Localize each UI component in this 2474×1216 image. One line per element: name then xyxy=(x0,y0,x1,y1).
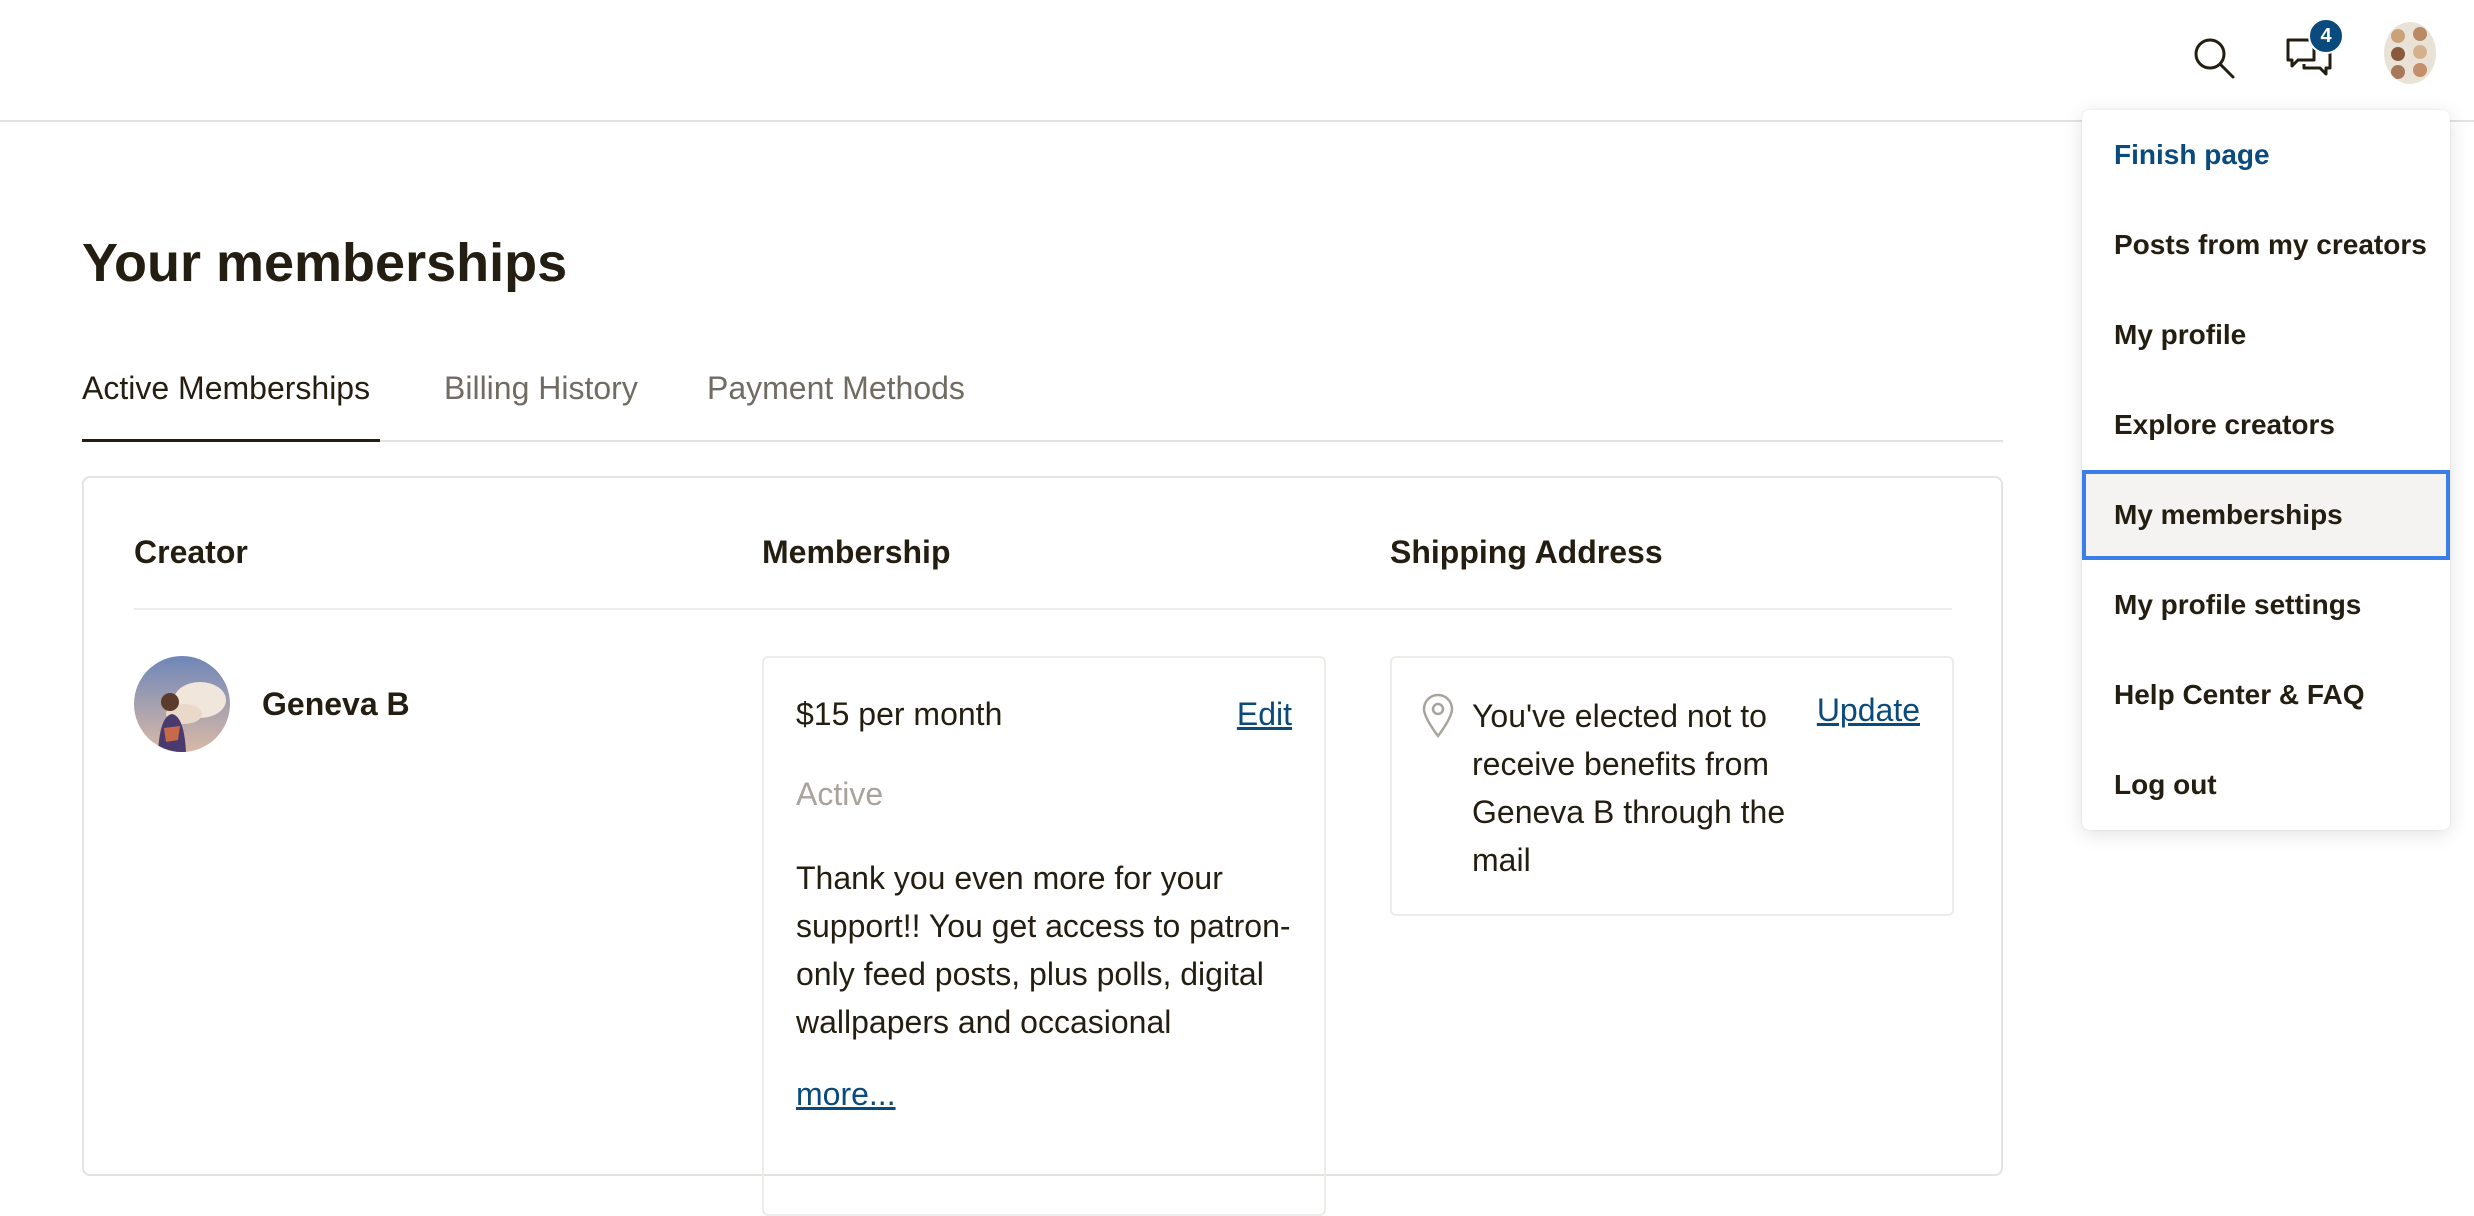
column-header-creator: Creator xyxy=(134,534,248,570)
tab-payment-methods[interactable]: Payment Methods xyxy=(707,370,965,407)
column-header-shipping-address: Shipping Address xyxy=(1390,534,1663,570)
page-title: Your memberships xyxy=(82,233,568,293)
column-header-membership: Membership xyxy=(762,534,951,570)
header-divider xyxy=(134,608,1952,610)
membership-price: $15 per month xyxy=(796,696,1003,732)
top-bar: 4 xyxy=(0,0,2474,122)
menu-item-my-profile-settings[interactable]: My profile settings xyxy=(2082,560,2450,650)
menu-item-finish-page[interactable]: Finish page xyxy=(2082,110,2450,200)
menu-item-my-profile[interactable]: My profile xyxy=(2082,290,2450,380)
creator-name[interactable]: Geneva B xyxy=(262,686,410,723)
user-avatar[interactable] xyxy=(2384,22,2436,84)
shipping-status-text: You've elected not to receive benefits f… xyxy=(1472,698,1786,878)
location-pin-icon xyxy=(1422,693,1454,738)
menu-item-explore-creators[interactable]: Explore creators xyxy=(2082,380,2450,470)
membership-details: $15 per month Edit Active Thank you even… xyxy=(762,656,1326,1216)
update-shipping-link[interactable]: Update xyxy=(1817,692,1920,729)
tier-description: Thank you even more for your support!! Y… xyxy=(796,860,1291,1040)
menu-item-posts-from-my-creators[interactable]: Posts from my creators xyxy=(2082,200,2450,290)
memberships-table: Creator Membership Shipping Address Gene… xyxy=(82,476,2003,1216)
more-link[interactable]: more... xyxy=(796,1076,896,1113)
tab-billing-history[interactable]: Billing History xyxy=(444,370,638,407)
menu-item-my-memberships[interactable]: My memberships xyxy=(2082,470,2450,560)
creator-avatar[interactable] xyxy=(134,656,230,752)
search-icon[interactable] xyxy=(2192,36,2236,80)
membership-status: Active xyxy=(796,776,884,812)
edit-membership-link[interactable]: Edit xyxy=(1237,696,1292,733)
menu-item-help-center[interactable]: Help Center & FAQ xyxy=(2082,650,2450,740)
tab-active-memberships[interactable]: Active Memberships xyxy=(82,370,370,407)
shipping-address-details: You've elected not to receive benefits f… xyxy=(1390,656,1954,916)
message-count-badge: 4 xyxy=(2308,18,2344,54)
account-menu: Finish page Posts from my creators My pr… xyxy=(2082,110,2450,830)
tab-bar: Active Memberships Billing History Payme… xyxy=(82,360,2003,442)
active-tab-indicator xyxy=(82,439,380,442)
menu-item-log-out[interactable]: Log out xyxy=(2082,740,2450,830)
